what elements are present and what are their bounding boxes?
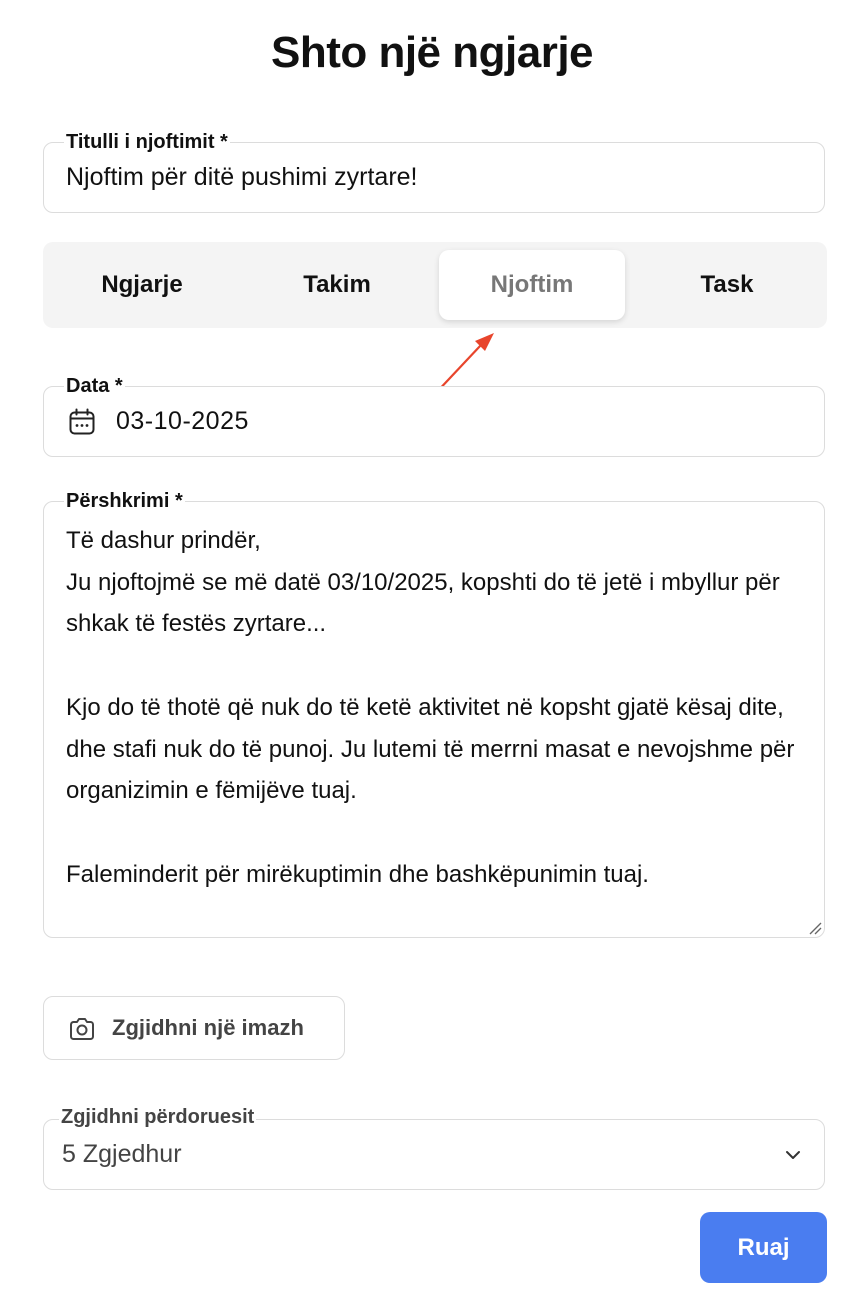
tab-takim[interactable]: Takim bbox=[244, 250, 430, 320]
event-type-tabs: Ngjarje Takim Njoftim Task bbox=[43, 242, 827, 328]
users-select[interactable]: 5 Zgjedhur bbox=[43, 1119, 825, 1190]
title-input-value[interactable]: Njoftim për ditë pushimi zyrtare! bbox=[66, 163, 418, 192]
tab-ngjarje[interactable]: Ngjarje bbox=[49, 250, 235, 320]
description-text[interactable]: Të dashur prindër, Ju njoftojmë se më da… bbox=[66, 520, 796, 895]
date-field[interactable]: 03-10-2025 bbox=[43, 386, 825, 457]
description-field-label: Përshkrimi * bbox=[64, 490, 185, 513]
resize-handle-icon[interactable] bbox=[808, 921, 822, 935]
choose-image-button[interactable]: Zgjidhni një imazh bbox=[43, 996, 345, 1060]
page-title: Shto një ngjarje bbox=[270, 28, 594, 77]
date-field-label: Data * bbox=[64, 375, 125, 398]
choose-image-label: Zgjidhni një imazh bbox=[112, 1015, 304, 1040]
users-select-label: Zgjidhni përdoruesit bbox=[59, 1106, 257, 1129]
camera-icon bbox=[70, 1018, 94, 1040]
save-button[interactable]: Ruaj bbox=[700, 1212, 827, 1283]
users-select-value: 5 Zgjedhur bbox=[62, 1140, 182, 1168]
date-value[interactable]: 03-10-2025 bbox=[116, 407, 249, 436]
calendar-icon bbox=[69, 408, 95, 435]
title-field-label: Titulli i njoftimit * bbox=[64, 131, 230, 154]
description-textarea[interactable]: Të dashur prindër, Ju njoftojmë se më da… bbox=[43, 501, 825, 938]
chevron-down-icon bbox=[786, 1151, 800, 1159]
tab-task[interactable]: Task bbox=[634, 250, 820, 320]
tab-njoftim[interactable]: Njoftim bbox=[439, 250, 625, 320]
